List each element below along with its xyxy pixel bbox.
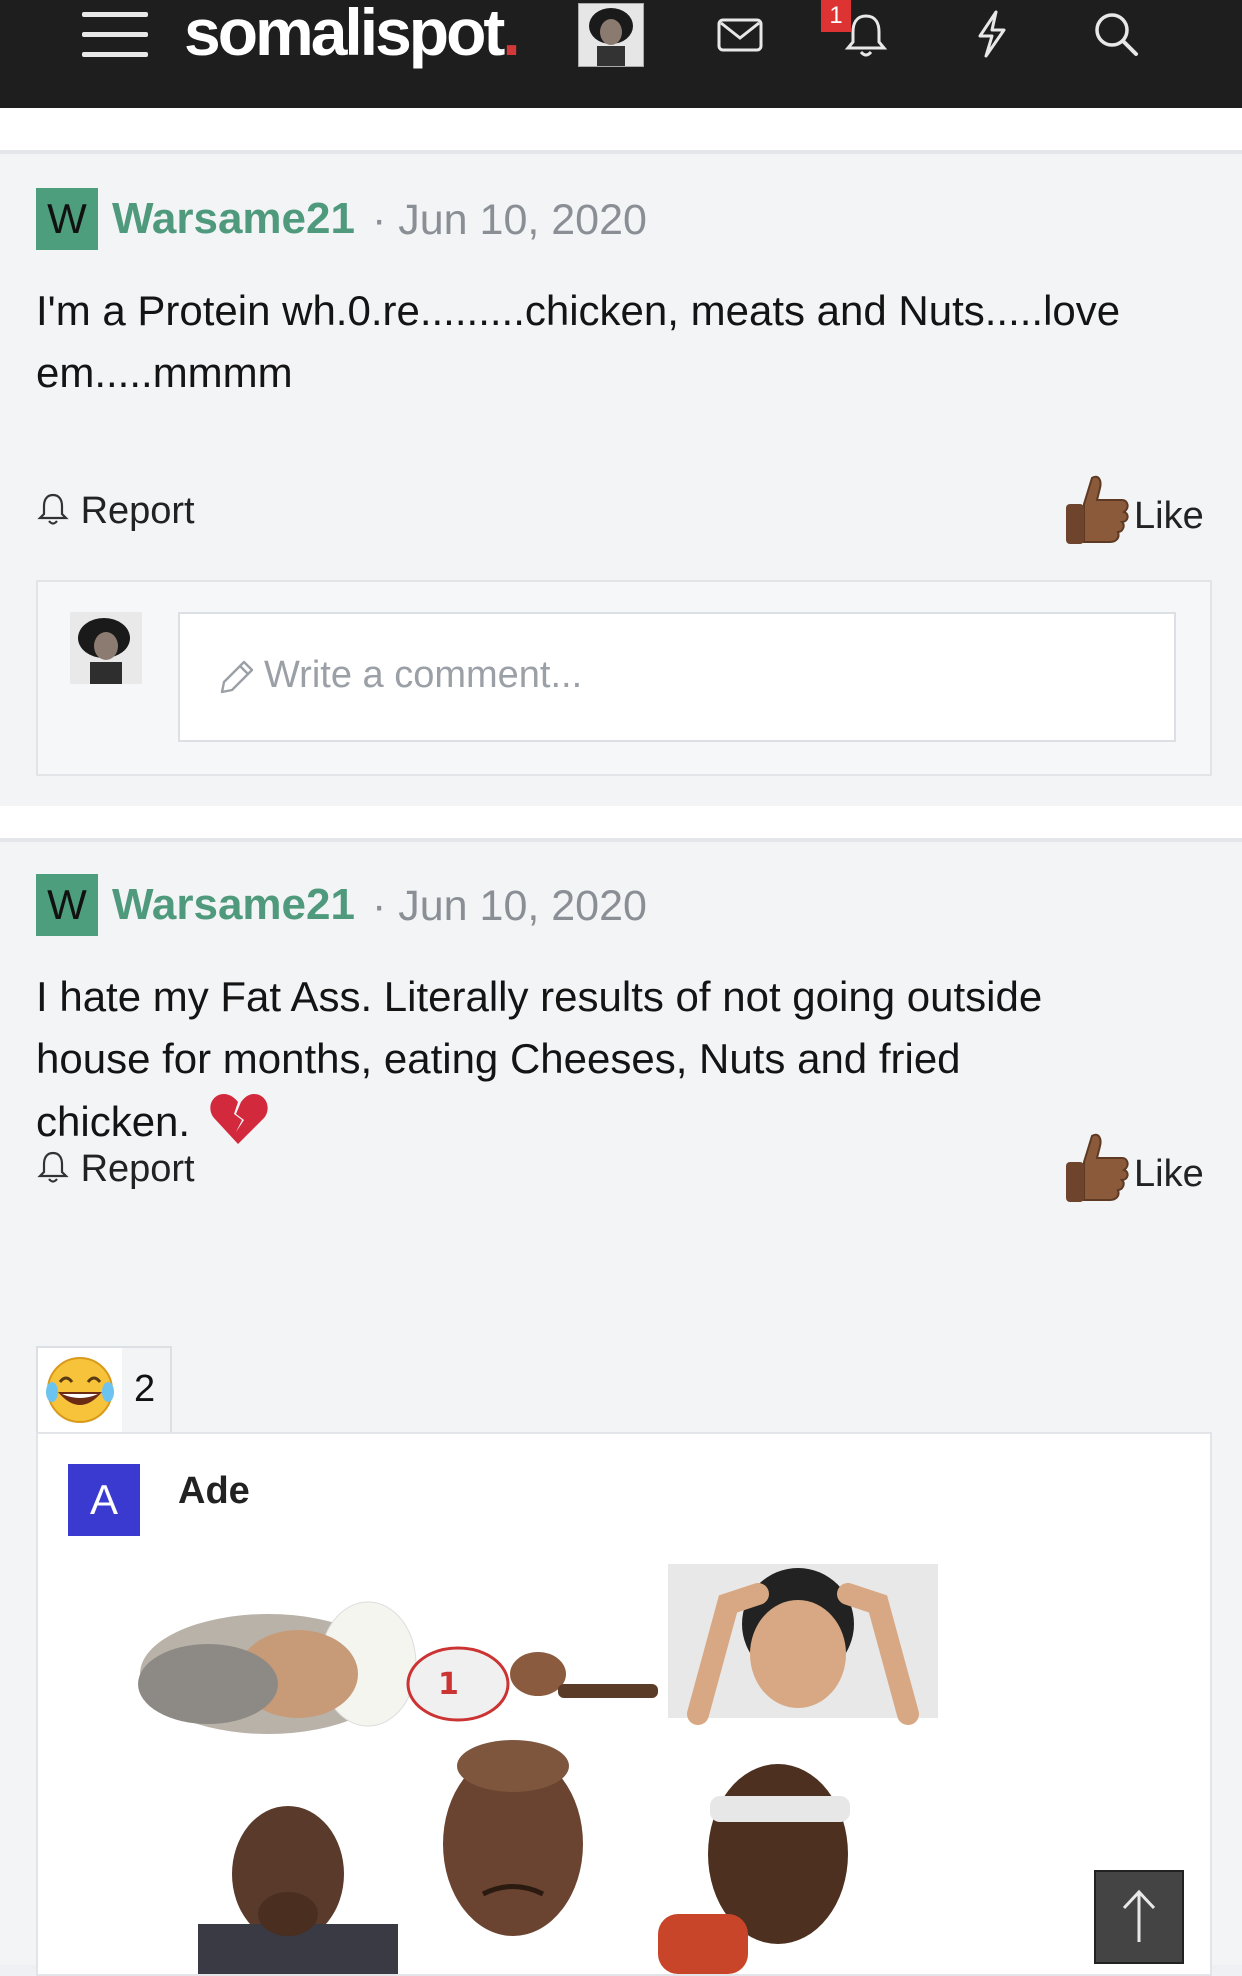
top-navigation-bar: somalispot. 1 [0, 0, 1242, 108]
bell-icon [37, 493, 69, 525]
reaction-count: 2 [134, 1368, 156, 1410]
like-button[interactable]: Like [1062, 472, 1204, 548]
post-date[interactable]: · Jun 10, 2020 [372, 882, 647, 931]
report-button[interactable]: Report [36, 1148, 195, 1191]
post-text-line: house for months, eating Cheeses, Nuts a… [36, 1035, 961, 1082]
bell-icon [37, 1151, 69, 1183]
reply-author-avatar[interactable]: A [68, 1464, 140, 1536]
report-label: Report [80, 490, 195, 532]
reply-author-name[interactable]: Ade [178, 1470, 250, 1513]
broken-heart-icon [210, 1094, 268, 1144]
pencil-icon [220, 660, 254, 694]
post-date[interactable]: · Jun 10, 2020 [372, 196, 647, 245]
comment-input[interactable]: Write a comment... [178, 612, 1176, 742]
user-avatar[interactable] [578, 3, 644, 67]
like-button[interactable]: Like [1062, 1130, 1204, 1206]
commenter-avatar[interactable] [70, 612, 142, 684]
meme-basketball-player-lying: 1 [406, 1646, 658, 1722]
meme-crying-face [443, 1740, 583, 1936]
author-avatar[interactable]: W [36, 188, 98, 250]
site-logo[interactable]: somalispot. [184, 0, 521, 70]
hamburger-menu-icon[interactable] [82, 8, 148, 60]
search-icon[interactable] [1090, 8, 1142, 60]
author-name[interactable]: Warsame21 [112, 194, 355, 244]
post-text-line: I hate my Fat Ass. Literally results of … [36, 973, 1043, 1020]
scroll-to-top-button[interactable] [1094, 1870, 1184, 1964]
comment-box: Write a comment... [36, 580, 1212, 776]
arrow-up-icon [1122, 1889, 1156, 1942]
lightning-icon[interactable] [966, 8, 1018, 60]
like-label: Like [1134, 495, 1204, 537]
thumbs-up-icon [1066, 1133, 1129, 1202]
like-label: Like [1134, 1153, 1204, 1195]
notification-badge: 1 [821, 0, 851, 32]
author-name[interactable]: Warsame21 [112, 880, 355, 930]
report-label: Report [80, 1148, 195, 1190]
post-text-line: chicken. [36, 1098, 191, 1145]
envelope-icon[interactable] [714, 8, 766, 60]
thumbs-up-icon [1066, 475, 1129, 544]
post-text-line: I'm a Protein wh.0.re.........chicken, m… [36, 287, 1121, 334]
post: W Warsame21 · Jun 10, 2020 I hate my Fat… [0, 840, 1242, 1976]
report-button[interactable]: Report [36, 490, 195, 533]
post-divider [0, 806, 1242, 840]
comment-placeholder: Write a comment... [264, 654, 583, 696]
reaction-summary[interactable]: 2 [36, 1346, 172, 1434]
meme-player-headband [658, 1764, 850, 1974]
post-text-line: em.....mmmm [36, 349, 293, 396]
author-avatar[interactable]: W [36, 874, 98, 936]
post-body: I hate my Fat Ass. Literally results of … [36, 966, 1216, 1153]
header-spacer [0, 108, 1242, 152]
meme-face-bearded [138, 1601, 417, 1734]
post-body: I'm a Protein wh.0.re.........chicken, m… [36, 280, 1216, 404]
meme-man-holding-head [668, 1564, 938, 1725]
post: W Warsame21 · Jun 10, 2020 I'm a Protein… [0, 152, 1242, 806]
reply-comment: A Ade 1 [36, 1432, 1212, 1976]
svg-text:1: 1 [438, 1667, 459, 1702]
laughing-emoji-icon [46, 1357, 114, 1423]
meme-man-hand-on-chin [198, 1806, 398, 1974]
meme-image-collage[interactable]: 1 [138, 1534, 1038, 1974]
